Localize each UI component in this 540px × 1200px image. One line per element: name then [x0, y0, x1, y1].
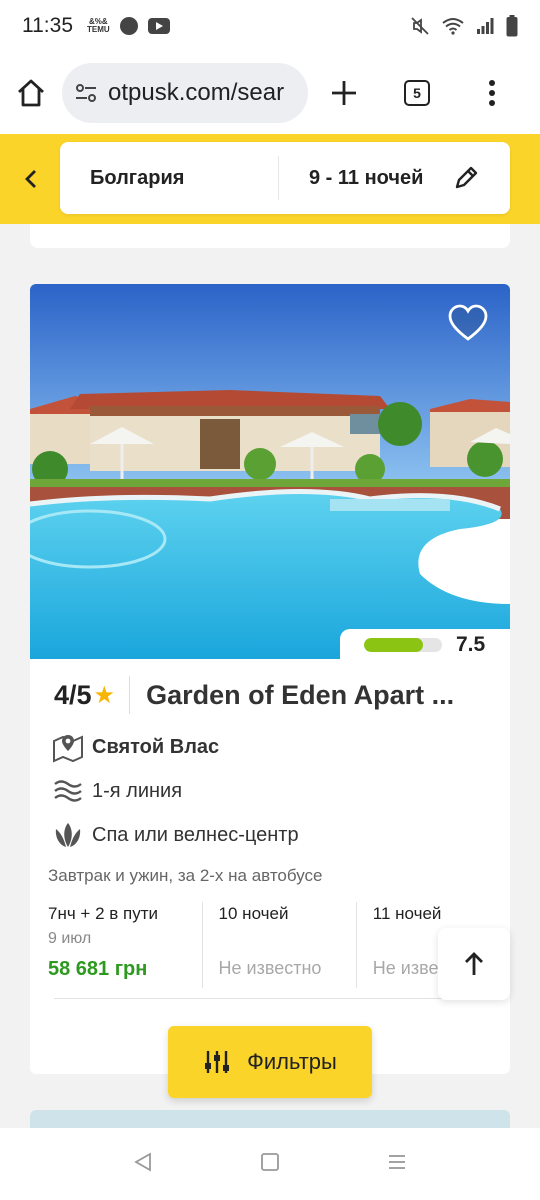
- tab-count: 5: [404, 80, 430, 106]
- more-vert-icon: [489, 80, 495, 106]
- status-time: 11:35: [22, 14, 73, 37]
- hotel-title-row[interactable]: 4/5 ★ Garden of Eden Apart ...: [54, 676, 494, 714]
- hotel-photo-image: [30, 284, 510, 659]
- star-icon: ★: [93, 681, 116, 709]
- map-pin-icon: [52, 731, 84, 763]
- menu-button[interactable]: [488, 79, 496, 107]
- price-option-date: 9 июл: [48, 930, 92, 947]
- filters-button[interactable]: Фильтры: [168, 1026, 372, 1098]
- hotel-photo[interactable]: [30, 284, 510, 659]
- scroll-to-top-button[interactable]: [438, 928, 510, 1000]
- divider: [54, 998, 486, 999]
- waves-icon: [52, 775, 84, 807]
- signal-icon: [477, 18, 494, 34]
- nights-label[interactable]: 9 - 11 ночей: [279, 167, 446, 190]
- rating-badge: 7.5: [340, 629, 510, 661]
- location-row: Святой Влас: [52, 731, 219, 763]
- rating-value: 7.5: [456, 633, 486, 656]
- hotel-stars: 4/5: [54, 679, 92, 710]
- price-option[interactable]: 7нч + 2 в пути 9 июл 58 681 грн: [48, 902, 202, 988]
- site-settings-icon[interactable]: [74, 81, 98, 105]
- price-option-unknown: Не известно: [218, 958, 322, 978]
- filters-label: Фильтры: [247, 1049, 337, 1074]
- spa-row: Спа или велнес-центр: [52, 819, 299, 851]
- square-home-icon: [261, 1152, 279, 1171]
- youtube-icon: [147, 18, 170, 34]
- price-option-nights: 11 ночей: [372, 904, 442, 923]
- system-nav-bar: [0, 1128, 540, 1200]
- notification-dot-icon: [119, 17, 138, 35]
- address-bar[interactable]: otpusk.com/sear: [62, 63, 308, 123]
- spa-text: Спа или велнес-центр: [92, 823, 299, 846]
- home-icon: [18, 79, 44, 107]
- hotel-name[interactable]: Garden of Eden Apart ...: [146, 680, 468, 711]
- triangle-back-icon: [134, 1151, 152, 1172]
- search-header: Болгария 9 - 11 ночей: [0, 134, 540, 224]
- beach-line-row: 1-я линия: [52, 775, 182, 807]
- lotus-icon: [52, 819, 84, 851]
- back-button[interactable]: [18, 164, 44, 194]
- destination-label[interactable]: Болгария: [60, 167, 278, 190]
- nav-home-button[interactable]: [260, 1152, 280, 1177]
- chevron-left-icon: [25, 170, 36, 188]
- status-bar: 11:35 &%& TEMU: [0, 0, 540, 52]
- price-option-price: 58 681 грн: [48, 958, 148, 980]
- divider: [129, 676, 131, 714]
- arrow-up-icon: [465, 952, 483, 975]
- favorite-button[interactable]: [448, 304, 488, 344]
- wifi-icon: [442, 18, 464, 35]
- previous-card-bottom: [30, 224, 510, 248]
- mute-icon: [411, 17, 429, 35]
- heart-icon: [448, 304, 488, 341]
- battery-icon: [506, 15, 518, 37]
- search-summary[interactable]: Болгария 9 - 11 ночей: [60, 142, 510, 214]
- url-text: otpusk.com/sear: [108, 79, 285, 106]
- home-button[interactable]: [16, 78, 46, 108]
- beach-line-text: 1-я линия: [92, 779, 183, 802]
- price-option-nights: 10 ночей: [218, 904, 289, 923]
- next-card-top: [30, 1110, 510, 1130]
- temu-icon: &%& TEMU: [87, 17, 110, 34]
- price-option[interactable]: 10 ночей Не известно: [201, 902, 356, 988]
- rating-bar-fill: [364, 638, 423, 652]
- rating-bar: [364, 638, 442, 652]
- tab-switcher-button[interactable]: 5: [404, 80, 430, 106]
- nav-back-button[interactable]: [133, 1151, 153, 1177]
- price-option-nights: 7нч + 2 в пути: [48, 904, 158, 923]
- plus-icon: [332, 81, 356, 105]
- meal-transport-text: Завтрак и ужин, за 2-х на автобусе: [48, 866, 323, 885]
- sliders-icon: [205, 1051, 230, 1073]
- location-text: Святой Влас: [92, 735, 220, 758]
- menu-lines-icon: [388, 1154, 405, 1169]
- nav-recents-button[interactable]: [387, 1152, 407, 1177]
- browser-toolbar: otpusk.com/sear 5: [0, 52, 540, 134]
- edit-search-button[interactable]: [446, 158, 486, 198]
- new-tab-button[interactable]: [330, 79, 358, 107]
- pencil-icon: [455, 166, 478, 189]
